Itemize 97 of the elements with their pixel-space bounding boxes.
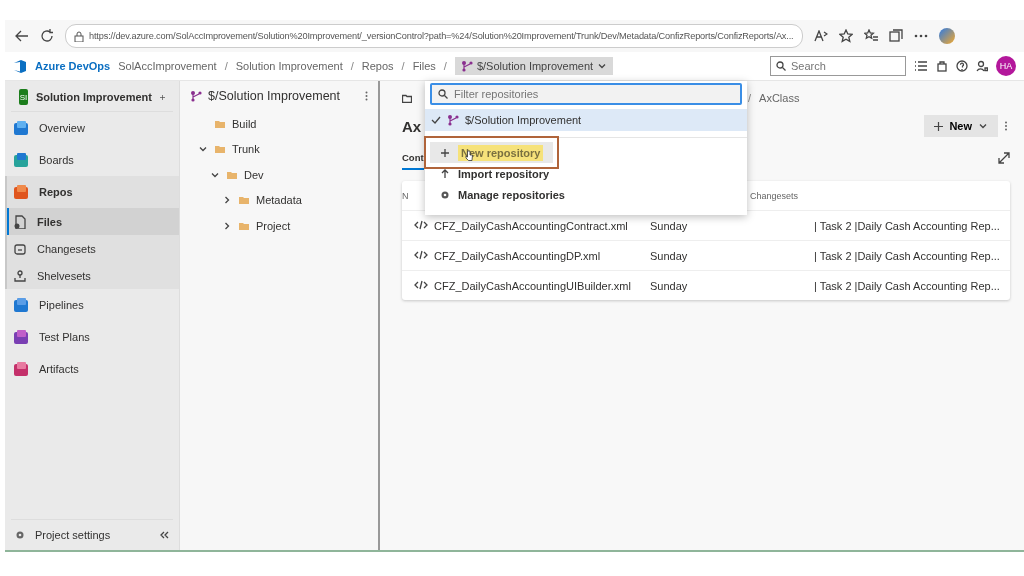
app-icon: [13, 184, 29, 200]
folder-icon: [239, 196, 249, 205]
address-bar[interactable]: https://dev.azure.com/SolAccImprovement/Solution%20Improvement/_versionControl?path=%24/Solution%20Improvement/Trunk/Dev/Metadata/ConfizReports/ConfizReports/Ax...: [65, 24, 803, 48]
chevron-right-icon[interactable]: [222, 220, 232, 231]
star-icon[interactable]: [838, 29, 853, 43]
new-button[interactable]: New: [924, 115, 998, 137]
folder-icon: [239, 221, 249, 230]
list-icon[interactable]: [914, 60, 928, 72]
file-name-link[interactable]: CFZ_DailyCashAccountingContract.xml: [434, 219, 650, 232]
nav-item[interactable]: Boards: [5, 144, 179, 176]
search-field[interactable]: Search: [770, 56, 906, 76]
back-icon[interactable]: [15, 29, 29, 43]
tree-node[interactable]: Dev: [190, 162, 368, 188]
breadcrumb-link[interactable]: Files: [412, 60, 436, 72]
nav-item[interactable]: Overview: [5, 112, 179, 144]
check-icon: [431, 115, 441, 125]
table-cell-text: | Task 2 |Daily Cash Accounting Rep...: [814, 219, 1001, 232]
bag-icon[interactable]: [936, 60, 948, 72]
menu-item[interactable]: Manage repositories: [430, 184, 742, 205]
repo-icon: [447, 114, 459, 126]
user-settings-icon[interactable]: [976, 60, 988, 72]
nav-subitem[interactable]: Files: [7, 208, 179, 235]
more-icon[interactable]: [913, 34, 928, 38]
tab[interactable]: Cont: [402, 146, 424, 170]
table-cell-text: Sunday: [650, 249, 689, 262]
breadcrumb-link[interactable]: AxClass: [759, 92, 800, 104]
chevron-down-icon: [597, 61, 608, 71]
app-icon: [13, 120, 29, 136]
plus-icon: [934, 121, 944, 131]
tree-node[interactable]: Build: [190, 111, 368, 137]
breadcrumb-separator: /: [748, 92, 752, 104]
read-aloud-icon[interactable]: [813, 30, 828, 42]
settings-icon[interactable]: [15, 530, 25, 540]
copilot-icon[interactable]: [938, 28, 955, 44]
devops-logo-icon: [13, 59, 27, 73]
column-header: N: [402, 190, 410, 201]
filter-field[interactable]: Filter repositories: [430, 83, 742, 105]
nav-item[interactable]: Repos: [7, 176, 179, 208]
folder-icon: [215, 119, 225, 128]
help-icon[interactable]: [956, 60, 968, 72]
breadcrumb-separator: /: [401, 60, 405, 72]
collapse-icon[interactable]: [159, 530, 169, 540]
breadcrumb-link[interactable]: Repos: [361, 60, 394, 72]
repo-option[interactable]: $/Solution Improvement: [425, 109, 747, 131]
project-name[interactable]: Solution Improvement: [35, 91, 152, 103]
breadcrumb-link[interactable]: SolAccImprovement: [118, 60, 217, 72]
lock-icon: [74, 30, 84, 42]
tree-node[interactable]: Trunk: [190, 136, 368, 162]
reload-icon[interactable]: [40, 29, 54, 43]
nav-subitem[interactable]: Shelvesets: [7, 262, 179, 289]
more-vertical-icon[interactable]: [365, 91, 368, 101]
table-cell-text: Sunday: [650, 219, 689, 232]
code-file-icon: [414, 219, 428, 230]
table-cell-text: Sunday: [650, 279, 689, 292]
menu-item[interactable]: Import repository: [430, 163, 742, 184]
user-avatar[interactable]: HA: [996, 56, 1016, 76]
app-icon: [13, 361, 29, 377]
plus-icon[interactable]: [160, 92, 165, 102]
repo-icon: [190, 90, 202, 102]
chevron-down-icon: [978, 121, 988, 131]
nav-subitem[interactable]: Changesets: [7, 235, 179, 262]
chevron-right-icon[interactable]: [222, 195, 232, 206]
repo-icon: [460, 60, 473, 72]
folder-icon: [227, 170, 237, 179]
search-icon: [438, 89, 448, 99]
project-settings-link[interactable]: Project settings: [35, 529, 111, 541]
product-name[interactable]: Azure DevOps: [35, 60, 111, 72]
breadcrumb-separator: /: [443, 60, 447, 72]
favorites-icon[interactable]: [863, 29, 878, 43]
url-text: https://dev.azure.com/SolAccImprovement/Solution%20Improvement/_versionControl?path=%24/Solution%20Improvement/Trunk/Dev/Metadata/ConfizReports/ConfizReports/Ax...: [89, 31, 794, 41]
expand-icon[interactable]: [998, 152, 1010, 164]
nav-item[interactable]: Pipelines: [5, 289, 179, 321]
nav-item[interactable]: Test Plans: [5, 321, 179, 353]
folder-outline-icon[interactable]: [402, 93, 412, 103]
tree-node[interactable]: Metadata: [190, 187, 368, 213]
code-file-icon: [414, 249, 428, 260]
code-file-icon: [414, 279, 428, 290]
repo-selector[interactable]: $/Solution Improvement: [454, 57, 614, 75]
app-icon: [13, 152, 29, 168]
app-icon: [13, 329, 29, 345]
tree-title: $/Solution Improvement: [208, 89, 341, 103]
collections-icon[interactable]: [888, 29, 903, 43]
table-cell-text: | Task 2 |Daily Cash Accounting Rep...: [814, 279, 1001, 292]
project-avatar: SI: [19, 89, 28, 105]
search-icon: [776, 61, 786, 71]
nav-item[interactable]: Artifacts: [5, 353, 179, 385]
tree-node[interactable]: Project: [190, 213, 368, 239]
page-title: Ax: [402, 117, 422, 135]
table-cell-text: | Task 2 |Daily Cash Accounting Rep...: [814, 249, 1001, 262]
breadcrumb-separator: /: [350, 60, 354, 72]
breadcrumb-link[interactable]: Solution Improvement: [235, 60, 343, 72]
file-name-link[interactable]: CFZ_DailyCashAccountingDP.xml: [434, 249, 650, 262]
folder-icon: [215, 145, 225, 154]
column-header: Changesets: [750, 190, 800, 201]
file-name-link[interactable]: CFZ_DailyCashAccountingUIBuilder.xml: [434, 279, 650, 292]
breadcrumb-separator: /: [224, 60, 228, 72]
app-icon: [13, 297, 29, 313]
